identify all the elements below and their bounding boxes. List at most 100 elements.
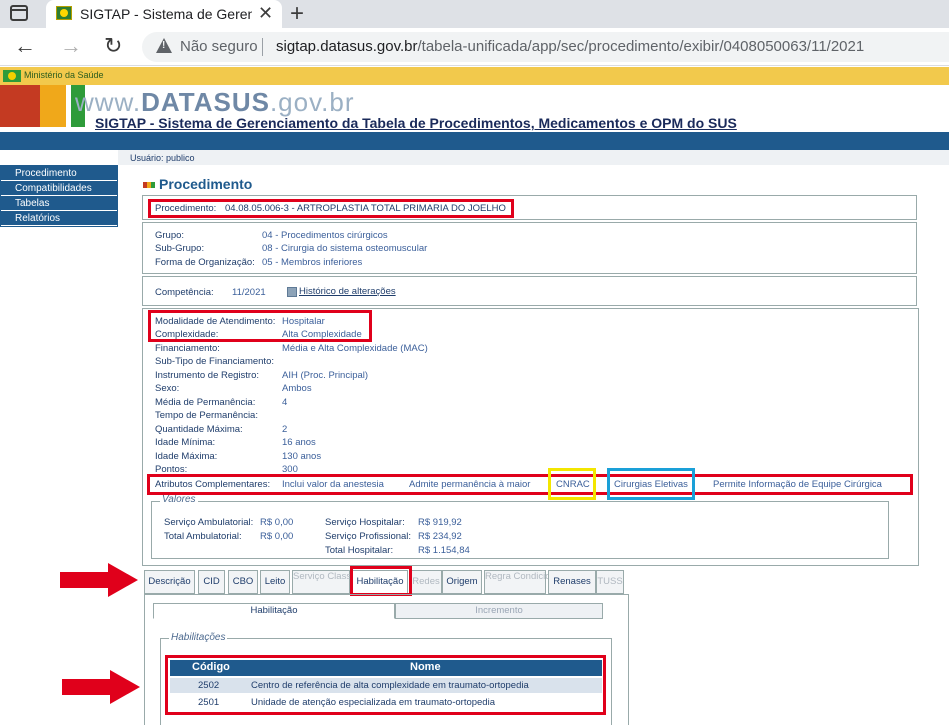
address-bar-row: ← → ↻ Não seguro sigtap.datasus.gov.br/t…	[0, 28, 949, 66]
grupo-label: Grupo:	[155, 230, 185, 241]
forma-organizacao-label: Forma de Organização:	[155, 257, 255, 268]
menu-item-compatibilidades[interactable]: Compatibilidades	[1, 181, 117, 196]
url-text[interactable]: sigtap.datasus.gov.br/tabela-unificada/a…	[276, 38, 864, 55]
financiamento-label: Financiamento:	[155, 343, 220, 354]
sa-value: R$ 0,00	[260, 517, 294, 528]
sa-label: Serviço Ambulatorial:	[164, 517, 254, 528]
sh-label: Serviço Hospitalar:	[325, 517, 405, 528]
tab-leito[interactable]: Leito	[260, 570, 290, 594]
page-title-text: Procedimento	[159, 176, 253, 192]
red-arrow-icon	[62, 670, 140, 704]
brazil-flag-icon	[3, 70, 21, 82]
logo-prefix: www.	[75, 87, 142, 117]
annotation-red-box	[147, 474, 913, 495]
grupo-value: 04 - Procedimentos cirúrgicos	[262, 230, 388, 241]
tab-renases[interactable]: Renases	[548, 570, 596, 594]
idade-maxima-label: Idade Máxima:	[155, 451, 218, 462]
tempo-permanencia-label: Tempo de Permanência:	[155, 410, 258, 421]
th-label: Total Hospitalar:	[325, 545, 394, 556]
tab-title: SIGTAP - Sistema de Gerenciamento	[80, 6, 252, 22]
valores-fieldset: Valores Serviço Ambulatorial: R$ 0,00 To…	[151, 494, 889, 559]
url-host: sigtap.datasus.gov.br	[276, 38, 418, 55]
competencia-value: 11/2021	[232, 287, 266, 298]
competencia-label: Competência:	[155, 287, 214, 298]
header-bar	[0, 132, 949, 150]
tab-redes[interactable]: Redes	[410, 570, 442, 594]
banner-stripe	[0, 85, 40, 127]
menu-item-tabelas[interactable]: Tabelas	[1, 196, 117, 211]
annotation-red-box	[148, 199, 514, 218]
annotation-yellow-box	[548, 468, 596, 500]
banner-stripe	[40, 85, 66, 127]
system-title[interactable]: SIGTAP - Sistema de Gerenciamento da Tab…	[95, 115, 737, 131]
subtab-habilitacao[interactable]: Habilitação	[153, 603, 395, 619]
annotation-red-box	[148, 310, 372, 342]
title-bullet-icon	[143, 182, 155, 189]
annotation-blue-box	[607, 468, 695, 500]
logo-main: DATASUS	[141, 87, 270, 117]
quantidade-maxima-value: 2	[282, 424, 288, 435]
details-box: Modalidade de Atendimento: Hospitalar Co…	[142, 308, 919, 566]
sexo-label: Sexo:	[155, 383, 180, 394]
tab-regra-condicionada[interactable]: Regra Condicionada	[484, 570, 572, 594]
history-icon[interactable]	[287, 287, 297, 297]
forward-arrow-icon[interactable]: →	[60, 33, 82, 59]
url-field[interactable]: Não seguro sigtap.datasus.gov.br/tabela-…	[142, 32, 949, 62]
instrumento-label: Instrumento de Registro:	[155, 370, 260, 381]
subgrupo-label: Sub-Grupo:	[155, 243, 205, 254]
url-path: /tabela-unificada/app/sec/procedimento/e…	[417, 38, 865, 55]
tab-actions-icon[interactable]	[10, 5, 28, 21]
competencia-box: Competência: 11/2021 Histórico de altera…	[142, 276, 917, 306]
idade-maxima-value: 130 anos	[282, 451, 322, 462]
subtab-incremento[interactable]: Incremento	[395, 603, 603, 619]
user-bar: Usuário: publico	[118, 150, 949, 165]
grupo-box: Grupo: 04 - Procedimentos cirúrgicos Sub…	[142, 222, 917, 274]
user-value: publico	[166, 153, 195, 163]
tab-origem[interactable]: Origem	[442, 570, 482, 594]
th-value: R$ 1.154,84	[418, 545, 470, 556]
page-title: Procedimento	[143, 176, 252, 192]
ta-value: R$ 0,00	[260, 531, 294, 542]
menu-item-procedimento[interactable]: Procedimento	[1, 166, 117, 181]
datasus-banner: www.DATASUS.gov.br SIGTAP - Sistema de G…	[0, 85, 949, 132]
browser-tab[interactable]: SIGTAP - Sistema de Gerenciamento ✕	[46, 0, 282, 28]
subgrupo-value: 08 - Cirurgia do sistema osteomuscular	[262, 243, 428, 254]
forma-organizacao-value: 05 - Membros inferiores	[262, 257, 363, 268]
tab-tuss[interactable]: TUSS	[596, 570, 624, 594]
tab-cid[interactable]: CID	[198, 570, 225, 594]
habilitacoes-legend: Habilitações	[169, 632, 228, 643]
financiamento-value: Média e Alta Complexidade (MAC)	[282, 343, 428, 354]
tab-cbo[interactable]: CBO	[228, 570, 258, 594]
close-tab-icon[interactable]: ✕	[258, 3, 273, 24]
sh-value: R$ 919,92	[418, 517, 462, 528]
media-permanencia-label: Média de Permanência:	[155, 397, 256, 408]
idade-minima-label: Idade Mínima:	[155, 437, 216, 448]
subtipo-label: Sub-Tipo de Financiamento:	[155, 356, 274, 367]
new-tab-icon[interactable]: +	[290, 0, 304, 28]
tab-descricao[interactable]: Descrição	[144, 570, 195, 594]
back-arrow-icon[interactable]: ←	[14, 33, 36, 59]
datasus-logo: www.DATASUS.gov.br	[75, 87, 355, 118]
warning-icon	[156, 38, 172, 53]
user-label: Usuário:	[130, 153, 164, 163]
ministry-label[interactable]: Ministério da Saúde	[24, 70, 104, 80]
reload-icon[interactable]: ↻	[104, 33, 122, 59]
history-link[interactable]: Histórico de alterações	[299, 286, 396, 297]
sp-value: R$ 234,92	[418, 531, 462, 542]
insecure-label[interactable]: Não seguro	[180, 38, 258, 55]
red-arrow-icon	[60, 563, 138, 597]
sp-label: Serviço Profissional:	[325, 531, 412, 542]
valores-legend: Valores	[160, 494, 198, 505]
quantidade-maxima-label: Quantidade Máxima:	[155, 424, 243, 435]
tab-servico-classificacao[interactable]: Serviço Classificação	[292, 570, 383, 594]
logo-suffix: .gov.br	[269, 87, 355, 117]
browser-tabbar: SIGTAP - Sistema de Gerenciamento ✕ +	[0, 0, 949, 28]
annotation-red-box	[350, 566, 412, 596]
menu-item-relatorios[interactable]: Relatórios	[1, 211, 117, 226]
media-permanencia-value: 4	[282, 397, 288, 408]
favicon-icon	[56, 6, 72, 20]
left-menu: Procedimento Compatibilidades Tabelas Re…	[0, 165, 118, 227]
annotation-red-box	[165, 655, 606, 715]
sexo-value: Ambos	[282, 383, 312, 394]
ta-label: Total Ambulatorial:	[164, 531, 242, 542]
